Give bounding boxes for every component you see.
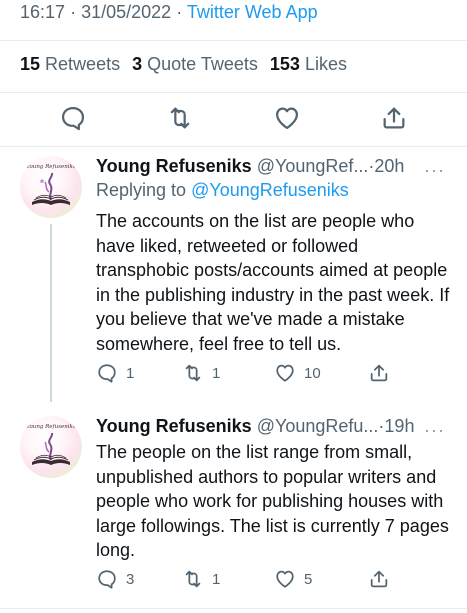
avatar[interactable]: Young Refuseniks: [20, 156, 82, 218]
retweet-button[interactable]: [166, 104, 194, 132]
replying-prefix: Replying to: [96, 180, 187, 200]
divider: [0, 608, 467, 609]
reply-button[interactable]: [59, 104, 87, 132]
retweet-icon: [185, 364, 201, 382]
reply-tweet[interactable]: Young Refuseniks Young Refuseniks @Young…: [0, 416, 467, 606]
divider: [0, 146, 467, 147]
tweet-action-bar: [0, 104, 467, 134]
comment-icon: [98, 364, 116, 383]
more-options-icon[interactable]: ···: [424, 160, 445, 181]
reply-button[interactable]: 3: [96, 568, 134, 590]
share-button[interactable]: [368, 568, 390, 590]
avatar-logo-text: Young Refuseniks: [26, 424, 76, 430]
share-icon: [370, 570, 388, 588]
quote-tweets-stat[interactable]: 3 Quote Tweets: [132, 54, 258, 74]
share-icon: [383, 107, 405, 129]
retweet-icon: [185, 570, 201, 588]
retweet-icon: [170, 107, 190, 129]
share-button[interactable]: [368, 362, 390, 384]
comment-icon: [61, 106, 85, 131]
heart-icon: [276, 570, 294, 588]
like-count: 5: [304, 570, 313, 588]
tweet-text: The people on the list range from small,…: [96, 442, 449, 560]
like-button[interactable]: 10: [274, 362, 321, 384]
reply-button[interactable]: 1: [96, 362, 134, 384]
replying-to: Replying to @YoungRefuseniks: [96, 180, 349, 201]
replying-to-link[interactable]: @YoungRefuseniks: [191, 180, 349, 200]
likes-stat[interactable]: 153 Likes: [270, 54, 347, 74]
book-logo-icon: Young Refuseniks: [26, 424, 76, 465]
retweet-count: 1: [212, 570, 221, 588]
retweets-stat[interactable]: 15 Retweets: [20, 54, 120, 74]
tweet-date: 31/05/2022: [81, 2, 172, 22]
share-icon: [370, 364, 388, 382]
reply-header: Young Refuseniks @YoungRefu...·19h: [96, 416, 414, 437]
tweet-age[interactable]: 20h: [374, 156, 404, 176]
book-logo-icon: Young Refuseniks: [26, 164, 76, 205]
tweet-age[interactable]: 19h: [384, 416, 414, 436]
share-button[interactable]: [380, 104, 408, 132]
user-handle[interactable]: @YoungRefu...: [257, 416, 379, 436]
tweet-text: The accounts on the list are people who …: [96, 211, 450, 354]
reply-count: 3: [126, 570, 135, 588]
reply-header: Young Refuseniks @YoungRef...·20h: [96, 156, 404, 177]
avatar[interactable]: Young Refuseniks: [20, 416, 82, 478]
like-count: 10: [304, 364, 321, 382]
like-button[interactable]: [273, 104, 301, 132]
user-handle[interactable]: @YoungRef...: [257, 156, 369, 176]
reply-action-bar: 1 1 10: [96, 362, 467, 388]
heart-icon: [276, 364, 294, 382]
tweet-time: 16:17: [20, 2, 66, 22]
retweet-count: 1: [212, 364, 221, 382]
display-name[interactable]: Young Refuseniks: [96, 416, 252, 436]
more-options-icon[interactable]: ···: [424, 420, 445, 441]
tweet-timestamp: 16:17 · 31/05/2022 · Twitter Web App: [20, 2, 318, 23]
like-button[interactable]: 5: [274, 568, 312, 590]
separator-dot: ·: [70, 2, 77, 22]
reply-tweet[interactable]: Young Refuseniks Young Refuseniks @Young…: [0, 156, 467, 402]
display-name[interactable]: Young Refuseniks: [96, 156, 252, 176]
divider: [0, 92, 467, 93]
separator-dot: ·: [176, 2, 183, 22]
avatar-logo-text: Young Refuseniks: [26, 164, 76, 170]
reply-action-bar: 3 1 5: [96, 568, 467, 594]
reply-count: 1: [126, 364, 135, 382]
thread-line: [50, 224, 52, 402]
heart-icon: [275, 107, 299, 130]
retweet-button[interactable]: 1: [182, 362, 220, 384]
comment-icon: [98, 570, 116, 589]
retweet-button[interactable]: 1: [182, 568, 220, 590]
tweet-source-link[interactable]: Twitter Web App: [187, 2, 318, 22]
divider: [0, 40, 467, 41]
tweet-stats: 15 Retweets 3 Quote Tweets 153 Likes: [20, 54, 354, 75]
